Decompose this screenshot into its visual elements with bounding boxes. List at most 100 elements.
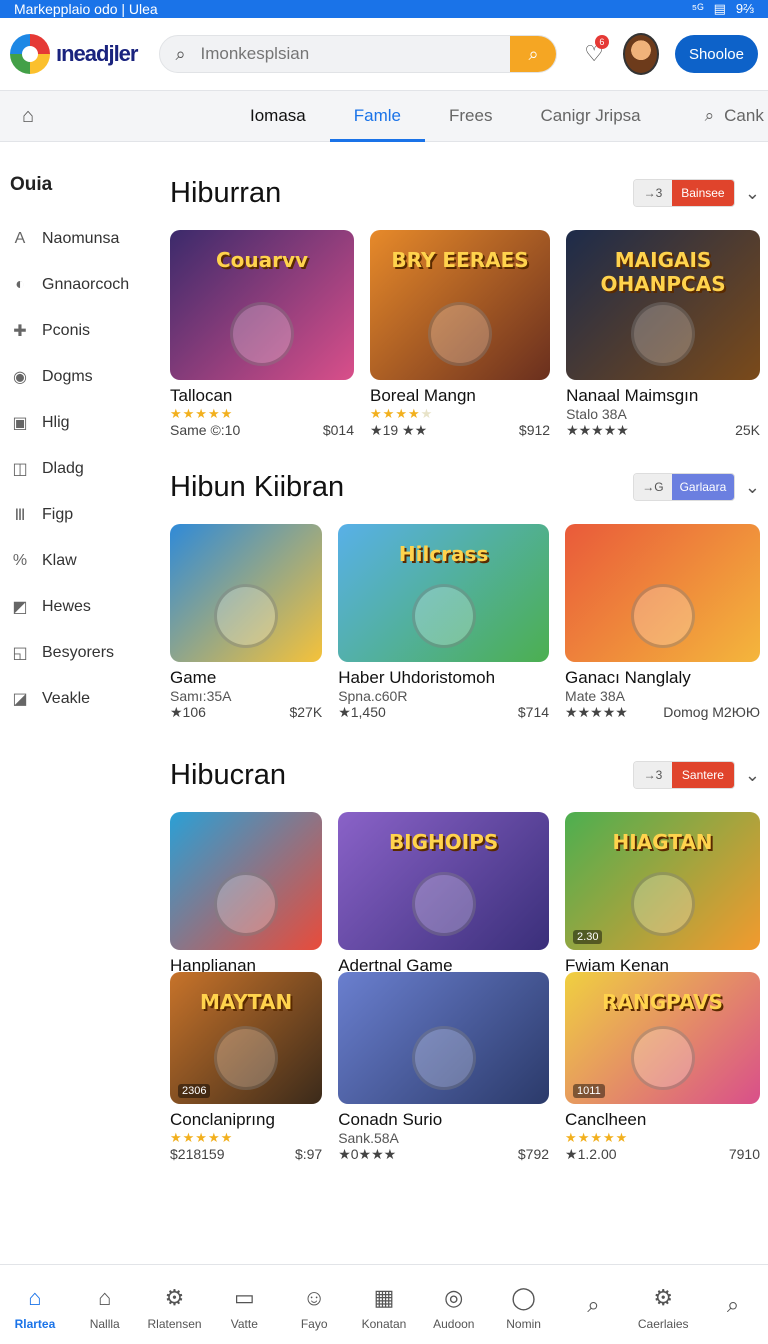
sidebar-item[interactable]: ◩ Hewes	[0, 584, 150, 630]
game-meta: $218159 $:97	[170, 1146, 322, 1162]
bottom-nav-item[interactable]: ◎ Audoon	[419, 1285, 489, 1331]
game-card[interactable]: BRY EERAES Boreal Mangn ★★★★★ ★19 ★★ $912	[370, 230, 551, 439]
game-card[interactable]: MAYTAN 2306 Conclaniprıng ★★★★★ $218159 $:97	[170, 972, 323, 1163]
bottom-nav-item[interactable]: ⌂ Rlartea	[0, 1285, 70, 1331]
sort-right[interactable]: Santere	[671, 762, 734, 788]
bottom-nav-item[interactable]: ⌕	[559, 1292, 629, 1324]
sidebar-item[interactable]: Ⅲ Figp	[0, 492, 150, 538]
game-thumbnail[interactable]: MAIGAIS OHANPCAS	[566, 230, 760, 380]
sort-left[interactable]: →3	[633, 762, 672, 788]
game-meta-left: ★0★★★	[338, 1146, 397, 1162]
sidebar-item[interactable]: ◉ Dogms	[0, 354, 150, 400]
game-title[interactable]: Boreal Mangn	[370, 386, 550, 406]
game-thumbnail[interactable]: Hilcrass	[338, 524, 550, 662]
sidebar-item-label: Gnnaorcoch	[42, 276, 130, 293]
sidebar-item[interactable]: ◱ Besyorers	[0, 630, 150, 676]
game-title[interactable]: Canclheen	[565, 1110, 760, 1130]
game-title[interactable]: Ganacı Nanglaly	[565, 668, 760, 688]
game-meta: ★106 $27K	[170, 704, 322, 721]
bottom-nav-item[interactable]: ⚙ Rlatensen	[140, 1285, 210, 1331]
game-subtitle: Samı:35A	[170, 688, 232, 704]
game-thumbnail[interactable]	[170, 524, 323, 662]
sidebar-icon: ◉	[13, 369, 27, 386]
sidebar-item[interactable]: % Klaw	[0, 538, 150, 584]
sidebar-item[interactable]: ◪ Veakle	[0, 676, 150, 722]
home-icon[interactable]: ⌂	[0, 105, 56, 128]
sidebar-item[interactable]: ◫ Dladg	[0, 446, 150, 492]
game-thumbnail[interactable]	[338, 972, 550, 1104]
sort-toggle[interactable]: →G Garlaara	[632, 473, 735, 501]
card-grid: Couarvv Tallocan ★★★★★ Same ©:10 $014 BRY EER…	[170, 230, 760, 439]
card-grid: Game Samı:35A ★106 $27K Hilcrass Haber Uhdori…	[170, 524, 760, 721]
game-title[interactable]: Tallocan	[170, 386, 354, 406]
sort-right[interactable]: Garlaara	[671, 474, 734, 500]
game-thumbnail[interactable]: Couarvv	[170, 230, 355, 380]
sort-right[interactable]: Bainsee	[671, 180, 734, 206]
nav-icon: ⚙	[653, 1284, 674, 1310]
chevron-down-icon[interactable]: ⌄	[745, 477, 760, 498]
game-thumbnail[interactable]	[170, 812, 323, 950]
tab-0[interactable]: Iomasa	[226, 91, 330, 141]
game-card[interactable]: Game Samı:35A ★106 $27K	[170, 524, 323, 721]
game-thumbnail[interactable]: RANGPAVS 1011	[565, 972, 760, 1104]
sidebar-item[interactable]: ◐ Gnnaorcoch	[0, 262, 150, 308]
game-title[interactable]: Nanaal Maimsgın	[566, 386, 760, 406]
game-subtitle: Sank.58A	[338, 1130, 399, 1146]
tab-1[interactable]: Famle	[329, 91, 426, 142]
primary-cta-button[interactable]: Shooloe	[674, 35, 758, 73]
card-grid: MAYTAN 2306 Conclaniprıng ★★★★★ $218159 $:97 C…	[170, 972, 760, 1163]
thumbnail-title: BRY EERAES	[391, 248, 529, 272]
sidebar-item[interactable]: ▣ Hlig	[0, 400, 150, 446]
game-title[interactable]: Game	[170, 668, 322, 688]
game-card[interactable]: Hilcrass Haber Uhdoristomoh Spna.c60R ★1,45…	[338, 524, 550, 721]
section-header: Hiburran →3 Bainsee ⌄	[170, 168, 760, 218]
game-title[interactable]: Conclaniprıng	[170, 1110, 322, 1130]
avatar[interactable]	[622, 33, 659, 75]
bottom-nav-item[interactable]: ⚙ Caerlaies	[628, 1285, 698, 1331]
sidebar-item[interactable]: A Naomunsa	[0, 216, 150, 262]
sidebar-item[interactable]: ✚ Pconis	[0, 308, 150, 354]
sidebar-icon: ✚	[13, 323, 27, 340]
tab-3[interactable]: Canigr Jripsa	[516, 91, 664, 141]
game-thumbnail[interactable]: HIAGTAN 2.30	[565, 812, 760, 950]
sort-toggle[interactable]: →3 Santere	[632, 761, 735, 789]
sort-left[interactable]: →3	[633, 180, 672, 206]
logo[interactable]: ıneadjler	[10, 34, 138, 74]
sort-toggle[interactable]: →3 Bainsee	[632, 179, 735, 207]
game-card[interactable]: Ganacı Nanglaly Mate 38A ★★★★★ Domog M2ЮЮ	[565, 524, 760, 721]
game-meta: ★★★★★ 25K	[566, 422, 760, 439]
bottom-nav-item[interactable]: ⌕	[698, 1292, 768, 1324]
bottom-nav-item[interactable]: ◯ Nomin	[489, 1285, 559, 1331]
game-card[interactable]: Conadn Surio Sank.58A ★0★★★ $792	[338, 972, 550, 1163]
game-thumbnail[interactable]: MAYTAN 2306	[170, 972, 323, 1104]
bottom-nav-item[interactable]: ⌂ Nallla	[70, 1285, 140, 1331]
game-title[interactable]: Haber Uhdoristomoh	[338, 668, 549, 688]
game-price: $014	[322, 422, 355, 438]
tab-2[interactable]: Frees	[425, 91, 516, 141]
sort-left[interactable]: →G	[633, 474, 672, 500]
game-card[interactable]: Couarvv Tallocan ★★★★★ Same ©:10 $014	[170, 230, 355, 439]
game-meta: Same ©:10 $014	[170, 422, 354, 438]
status-icons: ⁵ᴳ ▤ 9⅔	[692, 1, 754, 17]
game-price: $912	[518, 422, 551, 438]
game-card[interactable]: MAIGAIS OHANPCAS Nanaal Maimsgın Stalo 38A…	[566, 230, 760, 439]
bottom-nav-item[interactable]: ▭ Vatte	[209, 1285, 279, 1331]
chevron-down-icon[interactable]: ⌄	[745, 183, 760, 204]
game-thumbnail[interactable]: BIGHOIPS	[338, 812, 550, 950]
sidebar-item-label: Dogms	[42, 368, 93, 385]
game-card[interactable]: RANGPAVS 1011 Canclheen ★★★★★ ★1.2.00 7910	[565, 972, 760, 1163]
tab-search[interactable]: ⌕ Cank	[705, 106, 764, 126]
search-button[interactable]: ⌕	[510, 36, 557, 72]
game-thumbnail[interactable]: BRY EERAES	[370, 230, 551, 380]
thumbnail-title: MAYTAN	[199, 990, 293, 1014]
nav-label: Nomin	[506, 1316, 541, 1331]
wishlist-button[interactable]: ♡ 6	[581, 35, 609, 69]
game-title[interactable]: Conadn Surio	[338, 1110, 549, 1130]
game-thumbnail[interactable]	[565, 524, 760, 662]
chevron-down-icon[interactable]: ⌄	[745, 765, 760, 786]
section: Hiburran →3 Bainsee ⌄ Couarvv Tallocan ★★★★★ Sa…	[170, 168, 760, 439]
search-input[interactable]	[200, 44, 511, 64]
bottom-nav-item[interactable]: ☺ Fayo	[279, 1285, 349, 1331]
battery-icon: ▤	[713, 1, 726, 16]
bottom-nav-item[interactable]: ▦ Konatan	[349, 1285, 419, 1331]
